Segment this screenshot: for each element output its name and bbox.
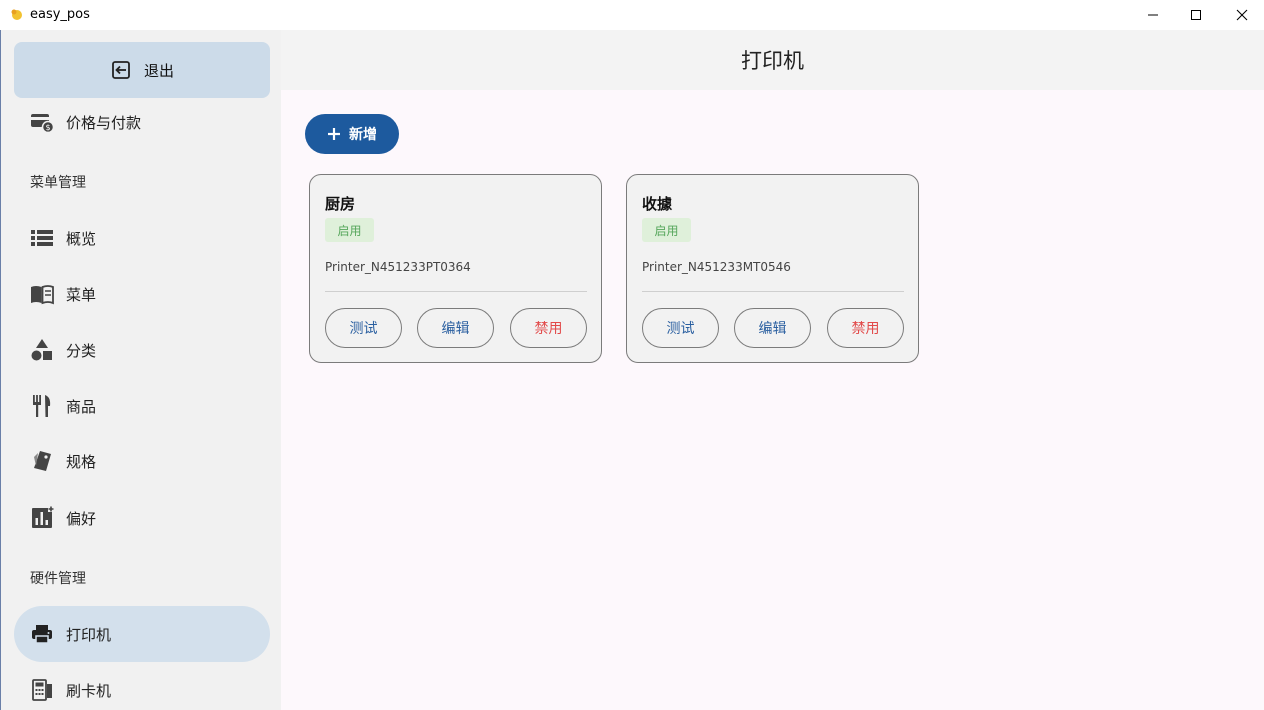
disable-button[interactable]: 禁用 xyxy=(510,308,587,348)
minimize-icon xyxy=(1148,14,1158,16)
exit-label: 退出 xyxy=(143,61,174,80)
price-payment-icon: $ xyxy=(30,110,54,134)
sidebar-item-label: 偏好 xyxy=(66,509,97,528)
tag-icon xyxy=(30,449,54,473)
printer-card: 厨房 启用 Printer_N451233PT0364 测试 编辑 禁用 xyxy=(309,174,602,363)
test-button[interactable]: 测试 xyxy=(642,308,719,348)
sidebar-item-label: 打印机 xyxy=(66,625,112,644)
maximize-button[interactable] xyxy=(1173,0,1219,30)
printer-icon xyxy=(30,622,54,646)
test-button[interactable]: 测试 xyxy=(325,308,402,348)
sidebar-item-category[interactable]: 分类 xyxy=(14,322,270,378)
list-icon xyxy=(30,226,54,250)
sidebar-item-overview[interactable]: 概览 xyxy=(14,210,270,266)
sidebar-item-card-terminal[interactable]: 刷卡机 xyxy=(14,662,270,710)
sidebar-item-price-payment[interactable]: $ 价格与付款 xyxy=(14,94,270,150)
category-shapes-icon xyxy=(30,338,54,362)
divider xyxy=(642,291,904,292)
minimize-button[interactable] xyxy=(1130,0,1176,30)
sidebar-item-label: 刷卡机 xyxy=(66,681,112,700)
sidebar-item-menu[interactable]: 菜单 xyxy=(14,266,270,322)
printer-name: 厨房 xyxy=(325,195,356,213)
sidebar-item-label: 分类 xyxy=(66,341,97,360)
plus-icon xyxy=(328,128,340,140)
divider xyxy=(325,291,587,292)
exit-icon xyxy=(112,61,130,79)
exit-button[interactable]: 退出 xyxy=(14,42,270,98)
status-badge: 启用 xyxy=(325,218,374,242)
card-terminal-icon xyxy=(30,678,54,702)
printer-device-id: Printer_N451233PT0364 xyxy=(325,260,471,274)
close-icon xyxy=(1236,9,1248,21)
app-logo-icon xyxy=(11,9,22,20)
insights-icon xyxy=(30,506,54,530)
printer-name: 收據 xyxy=(642,195,673,213)
sidebar-item-label: 概览 xyxy=(66,229,97,248)
svg-text:$: $ xyxy=(45,123,50,132)
sidebar-item-specs[interactable]: 规格 xyxy=(14,433,270,489)
window-title: easy_pos xyxy=(30,7,90,22)
sidebar: 退出 $ 价格与付款 菜单管理 概览 菜单 分类 商品 规格 偏好 硬件管理 打… xyxy=(0,30,281,710)
main-content: 新增 厨房 启用 Printer_N451233PT0364 测试 编辑 禁用 … xyxy=(281,90,1264,710)
section-hardware-management: 硬件管理 xyxy=(30,571,86,587)
window-titlebar: easy_pos xyxy=(0,0,1264,30)
page-header: 打印机 xyxy=(281,30,1264,90)
add-label: 新增 xyxy=(349,127,377,143)
sidebar-item-label: 商品 xyxy=(66,397,97,416)
sidebar-item-preferences[interactable]: 偏好 xyxy=(14,490,270,546)
sidebar-item-printer[interactable]: 打印机 xyxy=(14,606,270,662)
edit-button[interactable]: 编辑 xyxy=(417,308,494,348)
edit-button[interactable]: 编辑 xyxy=(734,308,811,348)
maximize-icon xyxy=(1191,10,1201,20)
sidebar-item-label: 菜单 xyxy=(66,285,97,304)
sidebar-item-products[interactable]: 商品 xyxy=(14,378,270,434)
printer-card: 收據 启用 Printer_N451233MT0546 测试 编辑 禁用 xyxy=(626,174,919,363)
menu-book-icon xyxy=(30,282,54,306)
disable-button[interactable]: 禁用 xyxy=(827,308,904,348)
section-menu-management: 菜单管理 xyxy=(30,175,86,191)
sidebar-item-label: 价格与付款 xyxy=(66,113,142,132)
status-badge: 启用 xyxy=(642,218,691,242)
printer-device-id: Printer_N451233MT0546 xyxy=(642,260,791,274)
page-title: 打印机 xyxy=(741,49,804,73)
close-button[interactable] xyxy=(1219,0,1264,30)
sidebar-item-label: 规格 xyxy=(66,452,97,471)
fork-knife-icon xyxy=(30,394,54,418)
add-printer-button[interactable]: 新增 xyxy=(305,114,399,154)
